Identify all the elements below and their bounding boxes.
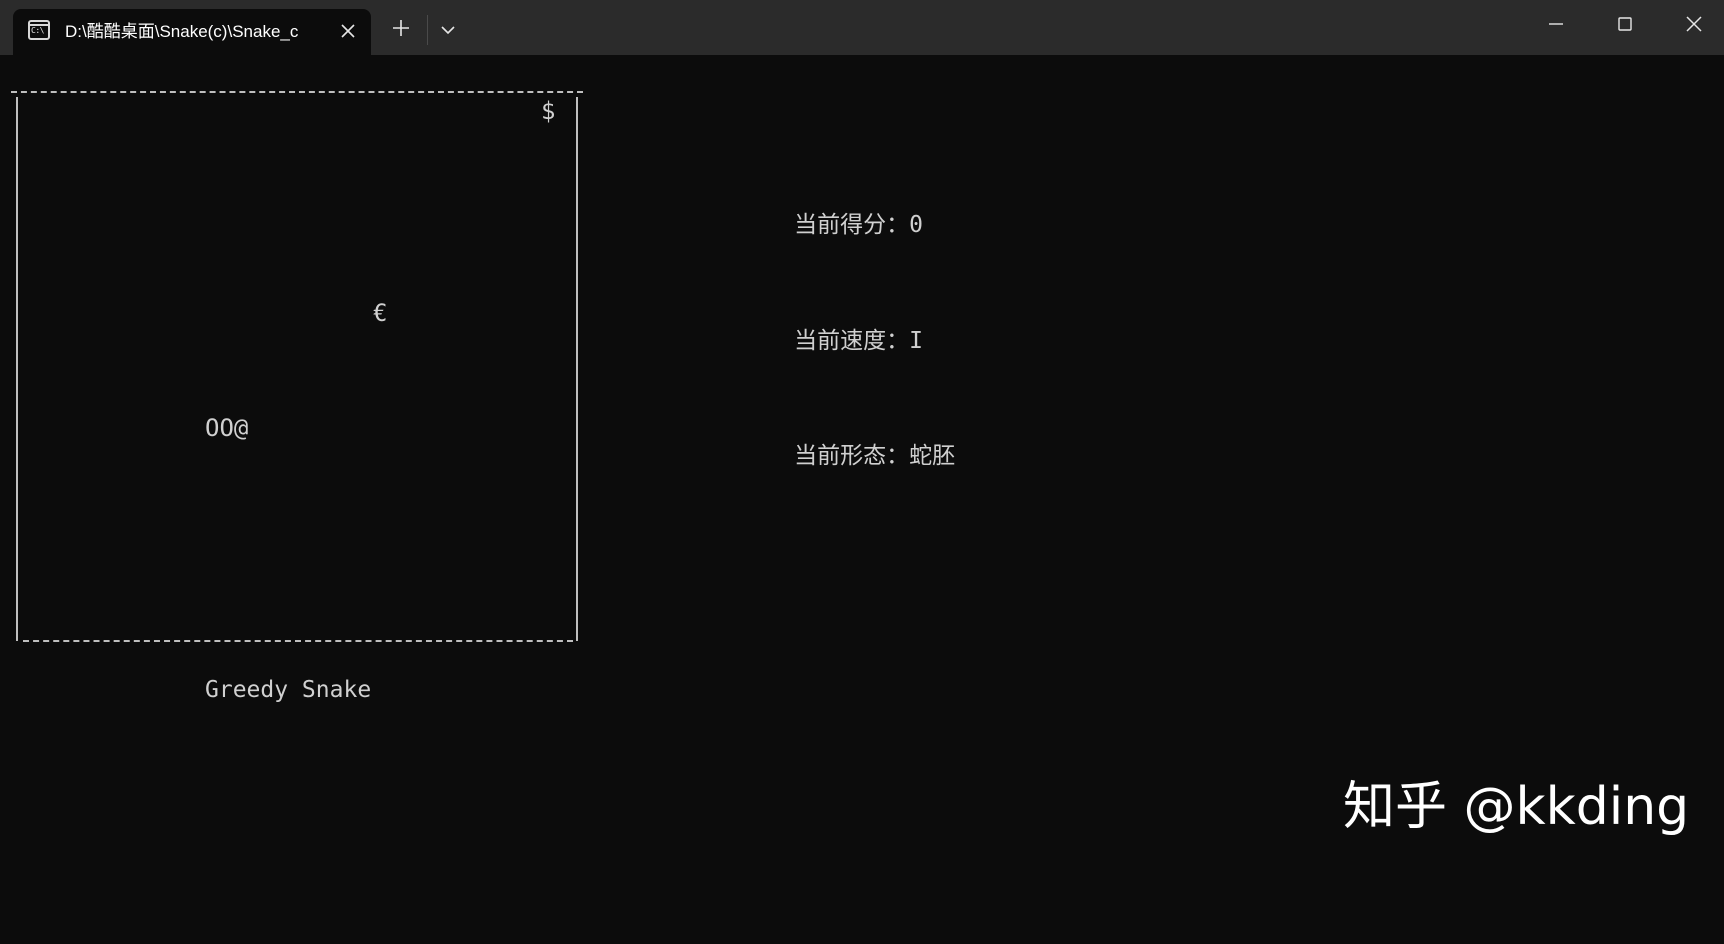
close-icon[interactable]	[1682, 12, 1706, 36]
food-symbol: $	[541, 97, 556, 125]
score-line: 当前得分：0	[711, 183, 923, 267]
titlebar-divider	[427, 15, 428, 45]
form-label: 当前形态：	[794, 443, 910, 469]
game-board-right-border	[576, 97, 578, 641]
game-title: Greedy Snake	[205, 677, 372, 703]
game-board-left-border	[16, 97, 18, 641]
terminal-window: C:\ D:\酷酷桌面\Snake(c)\Snake_c $ € OO@ 当前得…	[0, 0, 1724, 944]
game-board-bottom-border	[23, 640, 573, 642]
game-board-top-border	[11, 91, 583, 93]
tab-active[interactable]: C:\ D:\酷酷桌面\Snake(c)\Snake_c	[13, 9, 371, 55]
terminal-icon-label: C:\	[31, 26, 44, 35]
tab-dropdown-chevron-down-icon[interactable]	[437, 19, 459, 41]
minimize-icon[interactable]	[1544, 12, 1568, 36]
form-value: 蛇胚	[909, 443, 956, 469]
terminal-icon: C:\	[28, 20, 50, 40]
maximize-icon[interactable]	[1613, 12, 1637, 36]
bonus-symbol: €	[373, 299, 388, 327]
score-value: 0	[909, 212, 923, 238]
title-bar: C:\ D:\酷酷桌面\Snake(c)\Snake_c	[0, 0, 1724, 55]
score-label: 当前得分：	[794, 212, 910, 238]
new-tab-plus-icon[interactable]	[390, 17, 412, 39]
tab-close-icon[interactable]	[337, 20, 359, 42]
form-line: 当前形态：蛇胚	[711, 414, 955, 498]
snake-body: OO@	[205, 414, 249, 442]
speed-value: I	[909, 328, 923, 354]
watermark: 知乎 @kkding	[1343, 777, 1690, 837]
tab-title: D:\酷酷桌面\Snake(c)\Snake_c	[65, 22, 299, 41]
speed-line: 当前速度：I	[711, 299, 923, 383]
speed-label: 当前速度：	[794, 328, 910, 354]
